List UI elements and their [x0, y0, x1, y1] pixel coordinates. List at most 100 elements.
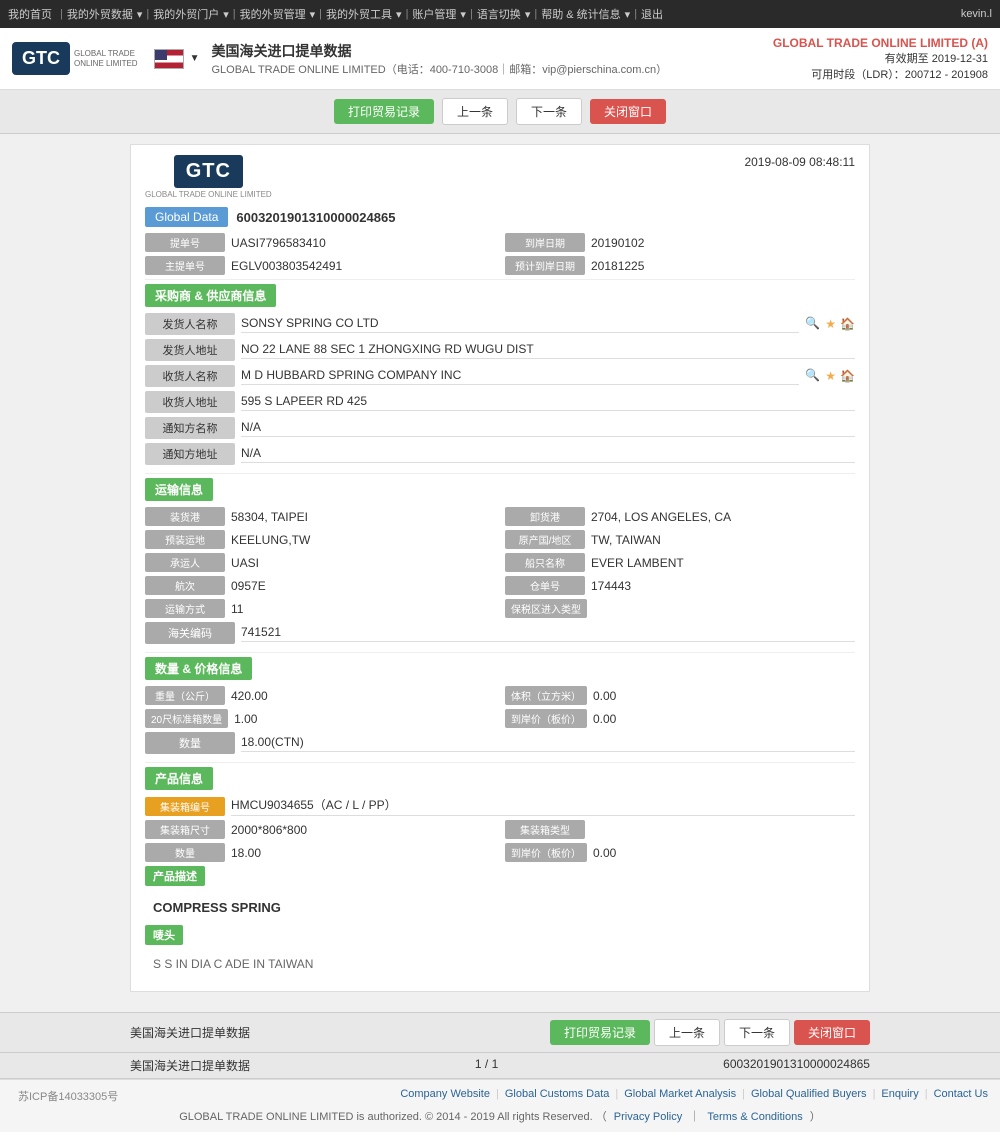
- prod-price-label: 到岸价（板价）: [505, 843, 587, 862]
- container-no-row: 集装箱编号 HMCU9034655（AC / L / PP）: [145, 796, 855, 816]
- container-type-label: 集装箱类型: [505, 820, 585, 839]
- quantity-label: 数量 & 价格信息: [145, 657, 252, 680]
- pagination-title: 美国海关进口提单数据: [130, 1057, 250, 1074]
- discharge-port-value: 2704, LOS ANGELES, CA: [591, 510, 731, 524]
- close-button-bottom[interactable]: 关闭窗口: [794, 1020, 870, 1045]
- pagination-bar: 美国海关进口提单数据 打印贸易记录 上一条 下一条 关闭窗口: [0, 1012, 1000, 1053]
- prod-desc-label-row: 产品描述: [145, 866, 855, 892]
- home-icon-2[interactable]: 🏠: [840, 369, 855, 383]
- star-icon[interactable]: ★: [825, 317, 836, 331]
- master-bill-row: 主提单号 EGLV003803542491 预计到岸日期 20181225: [145, 256, 855, 275]
- container-no-value: HMCU9034655（AC / L / PP）: [231, 796, 855, 816]
- nav-item-logout[interactable]: 退出: [641, 6, 663, 22]
- search-icon[interactable]: 🔍: [805, 316, 821, 332]
- privacy-policy-link[interactable]: Privacy Policy: [614, 1111, 682, 1123]
- loading-port-col: 装货港 58304, TAIPEI: [145, 507, 495, 526]
- page-title[interactable]: 美国海关进口提单数据: [211, 41, 667, 61]
- nav-item-help[interactable]: 帮助 & 统计信息: [541, 6, 620, 22]
- account-title: GLOBAL TRADE ONLINE LIMITED (A): [773, 36, 988, 50]
- prev-button-bottom[interactable]: 上一条: [654, 1019, 720, 1046]
- buyer-supplier-section: 采购商 & 供应商信息 发货人名称 SONSY SPRING CO LTD 🔍 …: [145, 284, 855, 465]
- home-icon[interactable]: 🏠: [840, 317, 855, 331]
- unit-price-value: 0.00: [593, 712, 616, 726]
- warehouse-label: 仓单号: [505, 576, 585, 595]
- transport-value: 11: [231, 602, 243, 616]
- consignee-name-value: M D HUBBARD SPRING COMPANY INC: [241, 368, 799, 385]
- master-bill-col: 主提单号 EGLV003803542491: [145, 256, 495, 275]
- footer-link-contact[interactable]: Contact Us: [934, 1088, 988, 1100]
- search-icon-2[interactable]: 🔍: [805, 368, 821, 384]
- bill-no-value: UASI7796583410: [231, 236, 326, 250]
- unit-price-label: 到岸价（板价）: [505, 709, 587, 728]
- prev-button[interactable]: 上一条: [442, 98, 508, 125]
- footer-link-buyers[interactable]: Global Qualified Buyers: [751, 1088, 867, 1100]
- prod-price-value: 0.00: [593, 846, 616, 860]
- footer-link-customs[interactable]: Global Customs Data: [505, 1088, 610, 1100]
- nav-item-account[interactable]: 账户管理: [412, 6, 456, 22]
- qty-value: 18.00(CTN): [241, 735, 855, 752]
- volume-value: 0.00: [593, 689, 616, 703]
- shipper-addr-row: 发货人地址 NO 22 LANE 88 SEC 1 ZHONGXING RD W…: [145, 339, 855, 361]
- next-button-bottom[interactable]: 下一条: [724, 1019, 790, 1046]
- loading-port-label: 装货港: [145, 507, 225, 526]
- card-logo-sub: GLOBAL TRADE ONLINE LIMITED: [145, 190, 272, 199]
- customs-value: 741521: [241, 625, 855, 642]
- next-button[interactable]: 下一条: [516, 98, 582, 125]
- product-section-label: 产品信息: [145, 767, 213, 790]
- nav-item-home[interactable]: 我的首页: [8, 6, 52, 22]
- logo-area: GTC GLOBAL TRADEONLINE LIMITED: [12, 42, 138, 75]
- weight-volume-row: 重量（公斤） 420.00 体积（立方米） 0.00: [145, 686, 855, 705]
- marks-label-row: 唛头: [145, 925, 855, 951]
- consignee-addr-row: 收货人地址 595 S LAPEER RD 425: [145, 391, 855, 413]
- notify-name-row: 通知方名称 N/A: [145, 417, 855, 439]
- shipper-addr-value: NO 22 LANE 88 SEC 1 ZHONGXING RD WUGU DI…: [241, 342, 855, 359]
- print-button-bottom[interactable]: 打印贸易记录: [550, 1020, 650, 1045]
- footer-link-company[interactable]: Company Website: [400, 1088, 490, 1100]
- volume-label: 体积（立方米）: [505, 686, 587, 705]
- nav-item-mgmt[interactable]: 我的外贸管理: [240, 6, 306, 22]
- container20-col: 20尺标准箱数量 1.00: [145, 709, 495, 728]
- pre-loading-value: KEELUNG,TW: [231, 533, 310, 547]
- buyer-supplier-label: 采购商 & 供应商信息: [145, 284, 276, 307]
- port-row: 装货港 58304, TAIPEI 卸货港 2704, LOS ANGELES,…: [145, 507, 855, 526]
- qty-label: 数量: [145, 732, 235, 754]
- weight-col: 重量（公斤） 420.00: [145, 686, 495, 705]
- flag-arrow[interactable]: ▼: [190, 53, 200, 64]
- arrival-date-value: 20190102: [591, 236, 644, 250]
- marks-value: S S IN DIA C ADE IN TAIWAN: [145, 955, 855, 973]
- nav-item-tools[interactable]: 我的外贸工具: [326, 6, 392, 22]
- terms-conditions-link[interactable]: Terms & Conditions: [707, 1111, 802, 1123]
- print-button[interactable]: 打印贸易记录: [334, 99, 434, 124]
- pagination-left: 美国海关进口提单数据: [130, 1024, 250, 1041]
- card-logo: GTC GLOBAL TRADE ONLINE LIMITED: [145, 155, 272, 199]
- record-date: 2019-08-09 08:48:11: [744, 155, 855, 169]
- container-size-type-row: 集装箱尺寸 2000*806*800 集装箱类型: [145, 820, 855, 839]
- page-header: GTC GLOBAL TRADEONLINE LIMITED ▼ 美国海关进口提…: [0, 28, 1000, 90]
- nav-item-trade-data[interactable]: 我的外贸数据: [67, 6, 133, 22]
- star-icon-2[interactable]: ★: [825, 369, 836, 383]
- shipper-addr-label: 发货人地址: [145, 339, 235, 361]
- nav-item-portal[interactable]: 我的外贸门户: [153, 6, 219, 22]
- header-subtitle: GLOBAL TRADE ONLINE LIMITED（电话：400-710-3…: [211, 61, 667, 77]
- notify-name-value: N/A: [241, 420, 855, 437]
- prod-qty-col: 数量 18.00: [145, 843, 495, 862]
- pagination-info-row: 美国海关进口提单数据 1 / 1 6003201901310000024865: [0, 1053, 1000, 1079]
- container20-value: 1.00: [234, 712, 257, 726]
- nav-item-language[interactable]: 语言切换: [477, 6, 521, 22]
- warehouse-col: 仓单号 174443: [505, 576, 855, 595]
- origin-country-value: TW, TAIWAN: [591, 533, 661, 547]
- bill-no-label: 提单号: [145, 233, 225, 252]
- pagination-page: 1 / 1: [475, 1057, 498, 1074]
- pre-loading-col: 预装运地 KEELUNG,TW: [145, 530, 495, 549]
- consignee-name-label: 收货人名称: [145, 365, 235, 387]
- footer-link-enquiry[interactable]: Enquiry: [881, 1088, 918, 1100]
- container-no-label: 集装箱编号: [145, 797, 225, 816]
- header-info: 美国海关进口提单数据 GLOBAL TRADE ONLINE LIMITED（电…: [211, 41, 667, 77]
- prod-desc-value: COMPRESS SPRING: [145, 896, 855, 919]
- pagination-id: 6003201901310000024865: [723, 1057, 870, 1074]
- shipping-section: 运输信息 装货港 58304, TAIPEI 卸货港 2704, LOS ANG…: [145, 478, 855, 644]
- origin-country-label: 原产国/地区: [505, 530, 585, 549]
- warehouse-value: 174443: [591, 579, 631, 593]
- close-button[interactable]: 关闭窗口: [590, 99, 666, 124]
- footer-link-market[interactable]: Global Market Analysis: [624, 1088, 736, 1100]
